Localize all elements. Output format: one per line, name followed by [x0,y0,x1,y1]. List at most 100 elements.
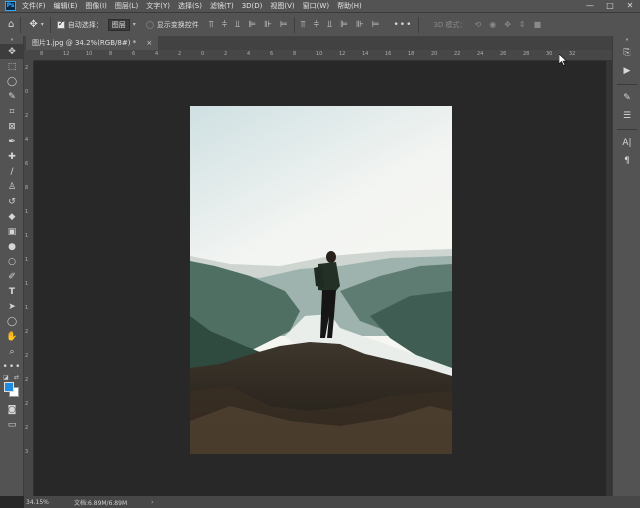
distribute-vcenter-icon[interactable]: ⫩ [314,20,319,30]
auto-select-dropdown[interactable]: 图层 [107,18,130,31]
menu-image[interactable]: 图像(I) [85,1,107,11]
ruler-tick-label: 10 [316,51,323,57]
status-menu-arrow[interactable]: › [151,499,153,506]
distribute-right-icon[interactable]: ⊨ [372,20,380,30]
document-tab[interactable]: 图片1.jpg @ 34.2%(RGB/8#) * × [26,36,159,50]
zoom-icon[interactable]: ⌕ [0,344,24,359]
properties-icon[interactable]: ☰ [613,107,640,125]
ruler-tick-label: 2 [25,113,29,119]
eraser-icon[interactable]: ◆ [0,209,24,224]
quick-select-icon[interactable]: ✎ [0,89,24,104]
move-icon[interactable]: ✥ [0,44,24,59]
brush-settings-icon[interactable]: ✎ [613,89,640,107]
document-image[interactable] [190,106,452,454]
frame-icon[interactable]: ⊠ [0,119,24,134]
quick-mask-icon[interactable]: ◙ [0,402,24,417]
ruler-tick-label: 6 [25,161,29,167]
photoshop-logo: Ps [5,1,16,11]
gradient-icon[interactable]: ▣ [0,224,24,239]
align-hcenter-icon[interactable]: ⊪ [264,20,272,30]
play-icon[interactable]: ▶ [613,62,640,80]
align-top-icon[interactable]: ⫪ [209,20,214,30]
swap-colors-icon[interactable]: ⇄ [14,374,19,381]
menu-select[interactable]: 选择(S) [178,1,202,11]
more-options-button[interactable]: ••• [394,20,413,30]
minimize-icon[interactable]: — [580,0,600,12]
menu-3d[interactable]: 3D(D) [242,2,263,10]
blur-icon[interactable]: ● [0,239,24,254]
healing-icon[interactable]: ✚ [0,149,24,164]
panel-collapse-icon[interactable]: « [613,36,640,44]
chevron-down-icon[interactable]: ▾ [41,21,44,28]
type-icon[interactable]: T [0,284,24,299]
move-tool-preset-icon[interactable]: ✥ [29,19,37,30]
crop-icon[interactable]: ⌗ [0,104,24,119]
ruler-tick-label: 1 [25,257,29,263]
ruler-tick-label: 0 [201,51,205,57]
path-select-icon[interactable]: ➤ [0,299,24,314]
eyedropper-icon[interactable]: ✒ [0,134,24,149]
dodge-icon[interactable]: ○ [0,254,24,269]
horizontal-ruler: 8 12 10 8 6 4 2 0 2 4 6 8 10 12 14 16 18 20 22 24 26 28 30 32 [34,50,612,61]
align-bottom-icon[interactable]: ⫫ [235,20,240,30]
character-icon[interactable]: A| [613,134,640,152]
auto-select-label: 自动选择： [67,20,103,29]
close-document-icon[interactable]: × [146,39,152,47]
stamp-icon[interactable]: ♙ [0,179,24,194]
3d-mode-group: 3D 模式： ⟲ ◉ ✥ ⇕ ■ [433,20,541,30]
distribute-left-icon[interactable]: ⊫ [340,20,348,30]
menu-layer[interactable]: 图层(L) [115,1,138,11]
pen-icon[interactable]: ✐ [0,269,24,284]
screen-mode-icon[interactable]: ▭ [0,417,24,432]
align-vcenter-icon[interactable]: ⫩ [222,20,227,30]
close-window-icon[interactable]: ✕ [620,0,640,12]
foreground-color-swatch[interactable] [4,382,14,392]
distribute-bottom-icon[interactable]: ⫫ [327,20,332,30]
3d-scale-icon[interactable]: ■ [534,20,542,29]
ruler-tick-label: 28 [523,51,530,57]
show-transform-checkbox[interactable] [145,20,154,29]
menu-type[interactable]: 文字(Y) [146,1,170,11]
menu-file[interactable]: 文件(F) [22,1,46,11]
paragraph-icon[interactable]: ¶ [613,152,640,170]
menu-edit[interactable]: 编辑(E) [54,1,78,11]
history-icon[interactable]: ⎘ [613,44,640,62]
more-tools-icon[interactable]: ••• [0,359,24,374]
toolbar-collapse-icon[interactable]: » [0,36,24,44]
ruler-tick-label: 12 [339,51,346,57]
home-icon[interactable]: ⌂ [8,19,14,30]
status-bar: 34.15% 文档:6.89M/6.89M › [24,496,640,508]
auto-select-checkbox[interactable] [56,19,65,29]
menu-window[interactable]: 窗口(W) [303,1,329,11]
chevron-down-icon[interactable]: ▾ [133,21,136,28]
3d-rotate-icon[interactable]: ⟲ [475,20,482,29]
menu-view[interactable]: 视图(V) [270,1,294,11]
shape-icon[interactable]: ◯ [0,314,24,329]
divider [617,84,637,85]
menu-filter[interactable]: 滤镜(T) [210,1,234,11]
options-bar: ⌂ ✥ ▾ 自动选择： 图层 ▾ 显示变换控件 ⫪ ⫩ ⫫ ⊫ ⊪ ⊨ ⫪ ⫩ … [0,12,640,36]
distribute-top-icon[interactable]: ⫪ [301,20,306,30]
ruler-tick-label: 6 [132,51,136,57]
lasso-icon[interactable]: ◯ [0,74,24,89]
3d-roll-icon[interactable]: ◉ [489,20,496,29]
ruler-tick-label: 4 [155,51,159,57]
document-tab-bar: 图片1.jpg @ 34.2%(RGB/8#) * × [24,36,612,50]
maximize-icon[interactable]: □ [600,0,620,12]
menu-help[interactable]: 帮助(H) [337,1,362,11]
align-left-icon[interactable]: ⊫ [248,20,256,30]
hand-icon[interactable]: ✋ [0,329,24,344]
align-right-icon[interactable]: ⊨ [280,20,288,30]
brush-icon[interactable]: / [0,164,24,179]
marquee-icon[interactable]: ⬚ [0,59,24,74]
divider [20,16,22,33]
ruler-tick-label: 8 [293,51,297,57]
3d-pan-icon[interactable]: ✥ [504,20,511,29]
zoom-level[interactable]: 34.15% [24,499,54,506]
default-colors-icon[interactable]: ◪ [3,374,9,381]
history-brush-icon[interactable]: ↺ [0,194,24,209]
ruler-tick-label: 1 [25,305,29,311]
distribute-hcenter-icon[interactable]: ⊪ [356,20,364,30]
3d-slide-icon[interactable]: ⇕ [519,20,526,29]
color-swatches: ◪ ⇄ [0,374,24,402]
